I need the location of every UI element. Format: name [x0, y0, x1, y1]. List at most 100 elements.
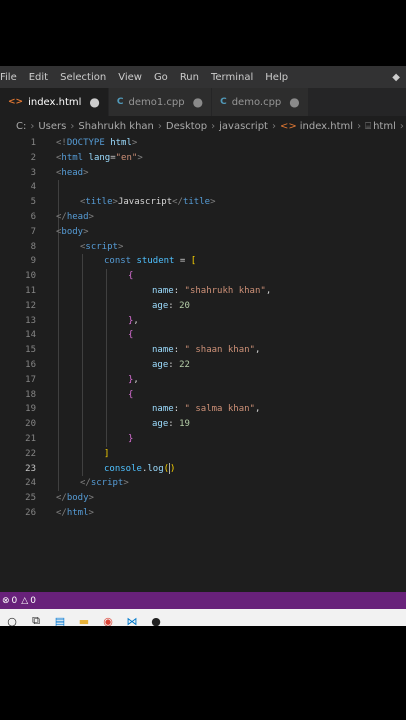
breadcrumb-item[interactable]: javascript — [219, 121, 268, 132]
code-line[interactable]: name: "shahrukh khan", — [152, 284, 271, 299]
code-token: 19 — [179, 419, 190, 430]
breadcrumb-item[interactable]: Desktop — [166, 121, 207, 132]
code-line[interactable]: ] — [104, 447, 109, 462]
chrome-icon[interactable]: ◉ — [96, 609, 120, 627]
menu-file[interactable]: File — [0, 72, 23, 83]
tab-label: demo.cpp — [231, 96, 282, 108]
code-token: , — [133, 374, 139, 385]
line-number: 2 — [30, 152, 36, 163]
menu-selection[interactable]: Selection — [54, 72, 112, 83]
breadcrumb-item[interactable]: Shahrukh khan — [78, 121, 154, 132]
code-token: body — [66, 493, 89, 504]
code-token: log — [147, 463, 164, 474]
code-token: body — [61, 226, 84, 237]
line-number: 4 — [30, 182, 36, 193]
indent-guide — [106, 269, 107, 447]
tab-index-html[interactable]: <> index.html ● — [0, 88, 109, 116]
line-number: 21 — [25, 434, 36, 444]
vscode-icon[interactable]: ⋈ — [120, 609, 144, 627]
code-line[interactable]: name: " shaan khan", — [152, 343, 260, 358]
code-token: html — [61, 152, 84, 163]
unsaved-dot-icon[interactable]: ● — [289, 95, 299, 109]
task-view-icon[interactable]: ⧉ — [24, 609, 48, 626]
status-bar: ⊗ 0 △ 0 — [0, 592, 406, 609]
menu-go[interactable]: Go — [148, 72, 174, 83]
code-line[interactable]: }, — [128, 314, 139, 329]
code-token: : — [173, 345, 185, 356]
unsaved-dot-icon[interactable]: ● — [89, 95, 99, 109]
code-line[interactable]: age: 20 — [152, 299, 190, 314]
code-token: 22 — [179, 360, 190, 370]
breadcrumb-item[interactable]: C: — [0, 121, 26, 132]
code-line[interactable]: <script> — [80, 240, 123, 255]
unsaved-dot-icon[interactable]: ● — [193, 95, 203, 109]
code-token: const — [104, 256, 132, 267]
code-token: lang — [88, 152, 111, 163]
code-line[interactable]: { — [128, 388, 133, 403]
code-line[interactable]: const student = [ — [104, 254, 196, 269]
menu-help[interactable]: Help — [259, 72, 294, 83]
code-line[interactable]: }, — [128, 373, 139, 388]
line-number: 15 — [25, 345, 36, 356]
warning-count[interactable]: 0 — [30, 596, 36, 606]
tab-bar: <> index.html ● C demo1.cpp ● C demo.cpp… — [0, 88, 406, 116]
menu-terminal[interactable]: Terminal — [205, 72, 259, 83]
breadcrumb-item[interactable]: Users — [38, 121, 66, 132]
code-token: > — [210, 197, 216, 208]
code-line[interactable]: console.log() — [104, 462, 175, 477]
code-token: " salma khan" — [184, 404, 255, 415]
code-token: , — [265, 286, 272, 296]
code-line[interactable]: age: 22 — [152, 358, 190, 373]
line-number: 23 — [25, 463, 36, 474]
code-line[interactable]: <body> — [56, 225, 89, 240]
file-explorer-icon[interactable]: ▬ — [72, 609, 96, 627]
code-line[interactable]: </head> — [56, 210, 94, 225]
code-token: </ — [56, 493, 67, 504]
line-number: 19 — [25, 404, 36, 415]
code-line[interactable]: </body> — [56, 491, 94, 506]
error-count[interactable]: 0 — [12, 596, 18, 606]
tab-demo1-cpp[interactable]: C demo1.cpp ● — [108, 88, 213, 116]
code-line[interactable]: <!DOCTYPE html> — [56, 136, 137, 151]
code-line[interactable]: { — [128, 328, 133, 343]
code-line[interactable]: name: " salma khan", — [152, 402, 260, 417]
code-line[interactable]: } — [128, 432, 133, 447]
line-number: 10 — [25, 271, 36, 282]
obs-icon[interactable]: ● — [144, 609, 168, 627]
store-icon[interactable]: ▤ — [48, 609, 72, 627]
code-token: ] — [104, 448, 110, 459]
breadcrumb-item[interactable]: html — [373, 121, 396, 132]
line-number: 13 — [25, 315, 36, 326]
layout-icon[interactable]: ◆ — [386, 72, 406, 83]
tab-demo-cpp[interactable]: C demo.cpp ● — [212, 88, 309, 116]
line-number: 5 — [30, 197, 36, 208]
breadcrumb-item[interactable]: index.html — [300, 121, 353, 132]
code-token: > — [137, 152, 143, 163]
code-line[interactable]: age: 19 — [152, 417, 190, 432]
code-token: { — [128, 271, 134, 282]
code-line[interactable]: <head> — [56, 166, 89, 181]
code-token: title — [85, 197, 113, 208]
code-token: : — [173, 404, 185, 415]
line-number: 12 — [25, 300, 36, 311]
code-token: > — [83, 167, 89, 178]
error-icon[interactable]: ⊗ — [2, 596, 10, 606]
code-token: head — [66, 212, 89, 222]
code-line[interactable]: </script> — [80, 476, 129, 491]
warning-icon[interactable]: △ — [21, 596, 28, 606]
code-line[interactable]: <html lang="en"> — [56, 151, 143, 166]
code-token: > — [83, 226, 89, 237]
menu-run[interactable]: Run — [174, 72, 205, 83]
line-number: 8 — [30, 241, 36, 252]
code-token: DOCTYPE — [66, 138, 105, 148]
code-line[interactable]: { — [128, 269, 133, 284]
code-editor[interactable]: 1 <!DOCTYPE html> 2 <html lang="en"> 3 <head>… — [0, 136, 406, 596]
menu-view[interactable]: View — [112, 72, 148, 83]
line-number: 26 — [25, 508, 36, 518]
menu-edit[interactable]: Edit — [23, 72, 54, 83]
code-line[interactable]: <title>Javascript</title> — [80, 195, 215, 210]
search-icon[interactable]: ○ — [0, 609, 24, 627]
code-token: { — [128, 389, 134, 400]
code-line[interactable]: </html> — [56, 506, 94, 521]
code-token: > — [88, 212, 94, 222]
